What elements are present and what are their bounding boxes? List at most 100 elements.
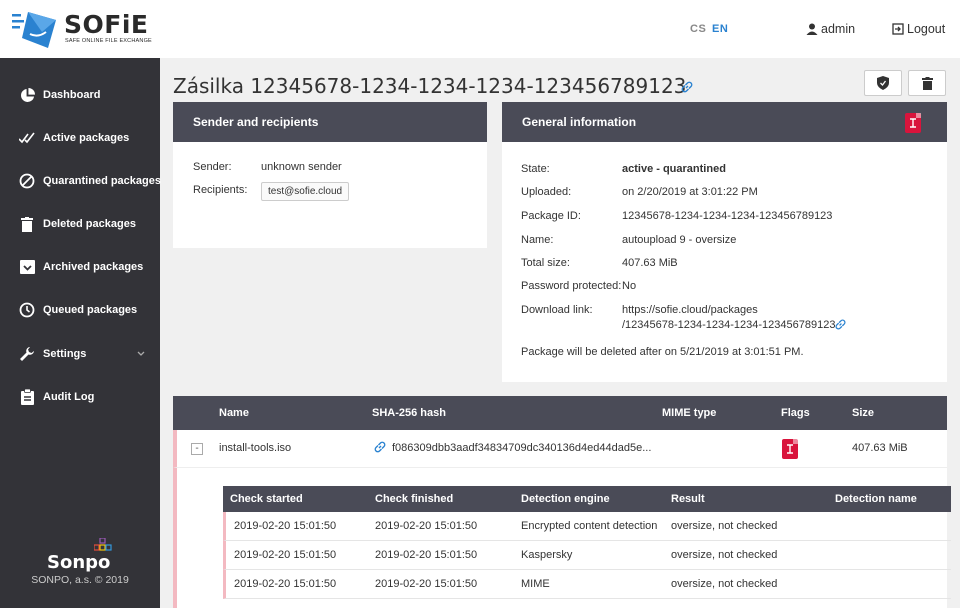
password-protected-label: Password protected: [521, 280, 622, 292]
deletion-note: Package will be deleted after on 5/21/20… [521, 346, 804, 358]
quarantine-shield-button[interactable] [864, 70, 902, 96]
state-value: active - quarantined [622, 163, 726, 175]
panel-header: Sender and recipients [173, 102, 487, 142]
logout-icon [892, 23, 904, 35]
col-check-finished[interactable]: Check finished [375, 493, 453, 505]
sidebar-item-label: Active packages [43, 132, 130, 144]
package-id-value: 12345678-1234-1234-1234-123456789123 [622, 210, 833, 222]
uploaded-value: on 2/20/2019 at 3:01:22 PM [622, 186, 758, 198]
check-started: 2019-02-20 15:01:50 [234, 549, 337, 561]
sidebar-item-deleted-packages[interactable]: Deleted packages [0, 209, 160, 239]
name-label: Name: [521, 234, 554, 246]
download-link-line2[interactable]: /12345678-1234-1234-1234-123456789123 [622, 319, 835, 331]
sidebar-item-settings[interactable]: Settings [0, 339, 160, 369]
files-table-header: Name SHA-256 hash MIME type Flags Size [173, 396, 947, 430]
sidebar-item-label: Archived packages [43, 261, 144, 273]
files-table: Name SHA-256 hash MIME type Flags Size -… [173, 396, 951, 608]
delete-package-button[interactable] [908, 70, 946, 96]
check-result: oversize, not checked [671, 578, 778, 590]
logout-button[interactable]: Logout [892, 22, 945, 36]
sidebar-item-quarantined-packages[interactable]: Quarantined packages [0, 166, 161, 196]
sidebar-item-label: Audit Log [43, 391, 95, 403]
shield-check-icon [877, 76, 889, 90]
sidebar-item-audit-log[interactable]: Audit Log [0, 382, 160, 412]
state-label: State: [521, 163, 550, 175]
general-information-panel: General information State: active - quar… [502, 102, 947, 382]
sidebar-item-label: Quarantined packages [43, 175, 161, 187]
download-link-line1[interactable]: https://sofie.cloud/packages [622, 304, 758, 316]
sidebar-item-label: Queued packages [43, 304, 138, 316]
link-icon[interactable] [680, 80, 694, 97]
check-started: 2019-02-20 15:01:50 [234, 520, 337, 532]
uploaded-label: Uploaded: [521, 186, 572, 198]
check-result: oversize, not checked [671, 549, 778, 561]
clipboard-icon [19, 389, 35, 405]
sidebar: Dashboard Active packages Quarantined pa… [0, 58, 161, 608]
recipient-tag[interactable]: test@sofie.cloud [261, 182, 350, 201]
top-bar: SOFiE SAFE ONLINE FILE EXCHANGE CS EN ad… [0, 0, 960, 58]
sidebar-item-archived-packages[interactable]: Archived packages [0, 252, 160, 282]
check-result: oversize, not checked [671, 520, 778, 532]
check-finished: 2019-02-20 15:01:50 [375, 549, 478, 561]
check-finished: 2019-02-20 15:01:50 [375, 578, 478, 590]
copyright: SONPO, a.s. © 2019 [31, 574, 129, 586]
sofie-logo[interactable]: SOFiE SAFE ONLINE FILE EXCHANGE [12, 8, 162, 50]
sender-recipients-panel: Sender and recipients Sender: unknown se… [173, 102, 487, 248]
panel-header: General information [502, 102, 947, 142]
recipients-label: Recipients: [193, 184, 248, 196]
brand-tagline: SAFE ONLINE FILE EXCHANGE [65, 38, 152, 44]
file-size: 407.63 MiB [852, 442, 908, 454]
table-row: 2019-02-20 15:01:50 2019-02-20 15:01:50 … [223, 512, 951, 541]
sidebar-item-label: Deleted packages [43, 218, 136, 230]
table-row[interactable]: - install-tools.iso f086309dbb3aadf34834… [173, 430, 947, 468]
col-flags[interactable]: Flags [781, 407, 810, 419]
double-check-icon [19, 130, 35, 146]
panel-title: General information [522, 115, 637, 129]
total-size-label: Total size: [521, 257, 570, 269]
detection-engine: MIME [521, 578, 550, 590]
checks-section: Check started Check finished Detection e… [173, 468, 951, 608]
detection-engine: Encrypted content detection [521, 520, 658, 532]
table-row: 2019-02-20 15:01:50 2019-02-20 15:01:50 … [223, 541, 951, 570]
copy-link-icon[interactable] [834, 318, 847, 334]
hash-link-icon[interactable] [373, 440, 387, 457]
trash-icon [19, 216, 35, 232]
col-detection-engine[interactable]: Detection engine [521, 493, 610, 505]
sidebar-item-label: Dashboard [43, 89, 101, 101]
ban-icon [19, 173, 35, 189]
archive-icon [19, 259, 35, 275]
file-name: install-tools.iso [219, 442, 292, 454]
sender-value: unknown sender [261, 161, 342, 173]
name-value: autoupload 9 - oversize [622, 234, 737, 246]
package-id-label: Package ID: [521, 210, 581, 222]
oversize-flag-icon [782, 439, 798, 459]
check-started: 2019-02-20 15:01:50 [234, 578, 337, 590]
col-hash[interactable]: SHA-256 hash [372, 407, 446, 419]
page-title: Zásilka 12345678-1234-1234-1234-12345678… [173, 74, 687, 98]
collapse-row-button[interactable]: - [191, 443, 203, 455]
col-name[interactable]: Name [219, 407, 249, 419]
sofie-logo-icon [12, 12, 56, 48]
col-check-started[interactable]: Check started [230, 493, 303, 505]
col-size[interactable]: Size [852, 407, 874, 419]
sidebar-item-queued-packages[interactable]: Queued packages [0, 295, 160, 325]
col-mime[interactable]: MIME type [662, 407, 716, 419]
table-row: 2019-02-20 15:01:50 2019-02-20 15:01:50 … [223, 570, 951, 599]
col-detection-name[interactable]: Detection name [835, 493, 917, 505]
checks-table-header: Check started Check finished Detection e… [223, 486, 951, 512]
pie-chart-icon [19, 87, 35, 103]
user-name: admin [821, 22, 856, 36]
lang-en-link[interactable]: EN [712, 23, 728, 35]
sidebar-item-dashboard[interactable]: Dashboard [0, 80, 160, 110]
sidebar-item-active-packages[interactable]: Active packages [0, 123, 160, 153]
clock-icon [19, 302, 35, 318]
detection-engine: Kaspersky [521, 549, 573, 561]
panel-title: Sender and recipients [193, 115, 319, 129]
user-menu[interactable]: admin [806, 22, 855, 36]
logout-label: Logout [907, 22, 946, 36]
sonpo-squares-icon [94, 538, 112, 551]
col-result[interactable]: Result [671, 493, 705, 505]
sender-label: Sender: [193, 161, 232, 173]
chevron-down-icon [137, 348, 145, 360]
lang-cs-link[interactable]: CS [690, 23, 706, 35]
